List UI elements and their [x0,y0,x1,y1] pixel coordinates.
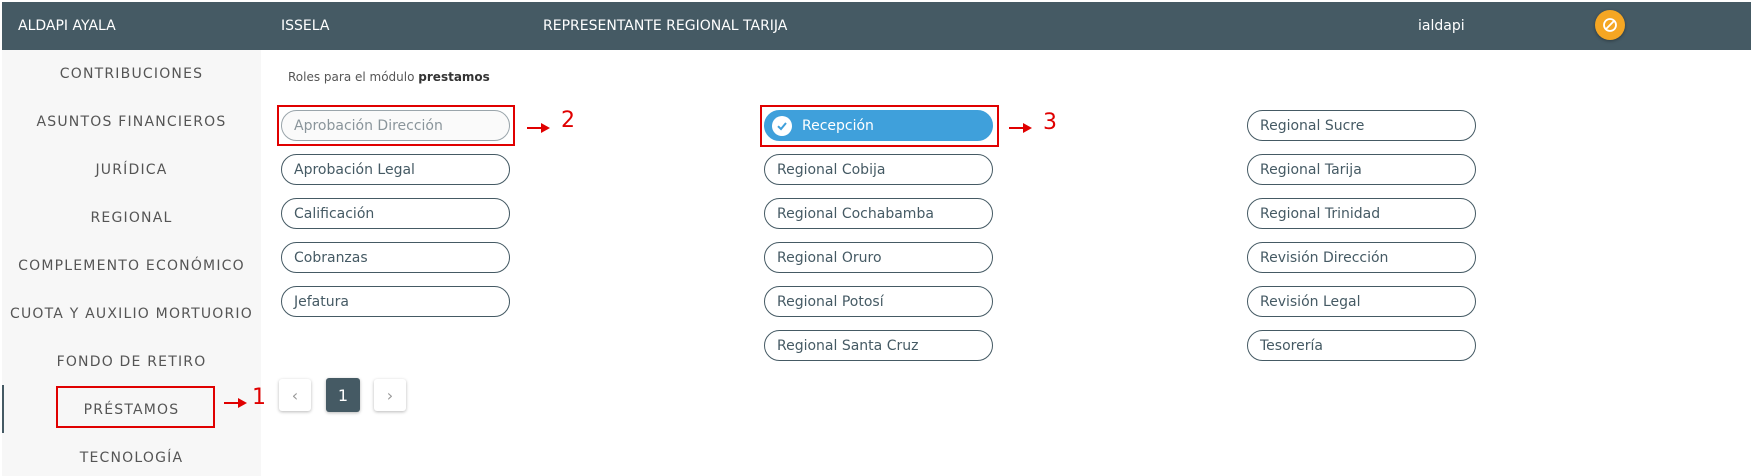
role-regional-cobija[interactable]: Regional Cobija [764,154,993,185]
role-label: Regional Sucre [1260,117,1365,134]
role-tesoreria[interactable]: Tesorería [1247,330,1476,361]
user-role: REPRESENTANTE REGIONAL TARIJA [543,18,788,34]
username: ialdapi [1418,18,1465,34]
role-label: Regional Tarija [1260,161,1362,178]
top-bar: ALDAPI AYALA ISSELA REPRESENTANTE REGION… [2,2,1751,50]
sidebar-item-tecnologia[interactable]: TECNOLOGÍA [2,450,261,466]
page-heading: Roles para el módulo prestamos [288,70,490,84]
prev-page-button[interactable]: ‹ [279,379,311,411]
active-indicator [2,385,4,433]
annotation-number-2: 2 [561,108,575,133]
user-fullname: ALDAPI AYALA [18,18,116,34]
annotation-number-1: 1 [252,385,266,410]
arrow-icon [527,123,550,133]
sidebar-item-juridica[interactable]: JURÍDICA [2,162,261,178]
role-aprobacion-legal[interactable]: Aprobación Legal [281,154,510,185]
sidebar-item-contribuciones[interactable]: CONTRIBUCIONES [2,66,261,82]
role-regional-santa-cruz[interactable]: Regional Santa Cruz [764,330,993,361]
block-icon [1603,18,1617,32]
role-label: Revisión Legal [1260,293,1361,310]
sidebar-item-regional[interactable]: REGIONAL [2,210,261,226]
role-revision-legal[interactable]: Revisión Legal [1247,286,1476,317]
annotation-number-3: 3 [1043,110,1057,135]
role-label: Regional Cobija [777,161,886,178]
role-label: Cobranzas [294,249,368,266]
chevron-right-icon: › [386,385,394,405]
role-cobranzas[interactable]: Cobranzas [281,242,510,273]
chevron-left-icon: ‹ [291,385,299,405]
heading-module: prestamos [418,70,490,84]
role-revision-direccion[interactable]: Revisión Dirección [1247,242,1476,273]
role-calificacion[interactable]: Calificación [281,198,510,229]
highlight-box-recepcion [760,105,999,147]
page-1-button[interactable]: 1 [326,378,360,412]
highlight-box-aprobacion-direccion [277,105,515,146]
arrow-icon [1009,123,1032,133]
highlight-box-prestamos [56,386,215,428]
role-regional-cochabamba[interactable]: Regional Cochabamba [764,198,993,229]
role-label: Revisión Dirección [1260,249,1389,266]
role-label: Jefatura [294,293,349,310]
role-regional-oruro[interactable]: Regional Oruro [764,242,993,273]
role-label: Regional Santa Cruz [777,337,919,354]
role-label: Aprobación Legal [294,161,415,178]
role-label: Regional Cochabamba [777,205,934,222]
sidebar-item-cuota-auxilio-mortuorio[interactable]: CUOTA Y AUXILIO MORTUORIO [2,306,261,322]
heading-prefix: Roles para el módulo [288,70,415,84]
role-label: Regional Oruro [777,249,882,266]
logout-button[interactable] [1595,10,1625,40]
role-label: Tesorería [1260,337,1323,354]
sidebar-item-complemento-economico[interactable]: COMPLEMENTO ECONÓMICO [2,258,261,274]
role-regional-tarija[interactable]: Regional Tarija [1247,154,1476,185]
role-regional-potosi[interactable]: Regional Potosí [764,286,993,317]
user-city: ISSELA [281,18,330,34]
role-regional-sucre[interactable]: Regional Sucre [1247,110,1476,141]
arrow-icon [224,398,247,408]
role-regional-trinidad[interactable]: Regional Trinidad [1247,198,1476,229]
role-label: Regional Trinidad [1260,205,1381,222]
sidebar-item-fondo-de-retiro[interactable]: FONDO DE RETIRO [2,354,261,370]
next-page-button[interactable]: › [374,379,406,411]
sidebar-item-asuntos-financieros[interactable]: ASUNTOS FINANCIEROS [2,114,261,130]
role-jefatura[interactable]: Jefatura [281,286,510,317]
role-label: Calificación [294,205,375,222]
role-label: Regional Potosí [777,293,884,310]
